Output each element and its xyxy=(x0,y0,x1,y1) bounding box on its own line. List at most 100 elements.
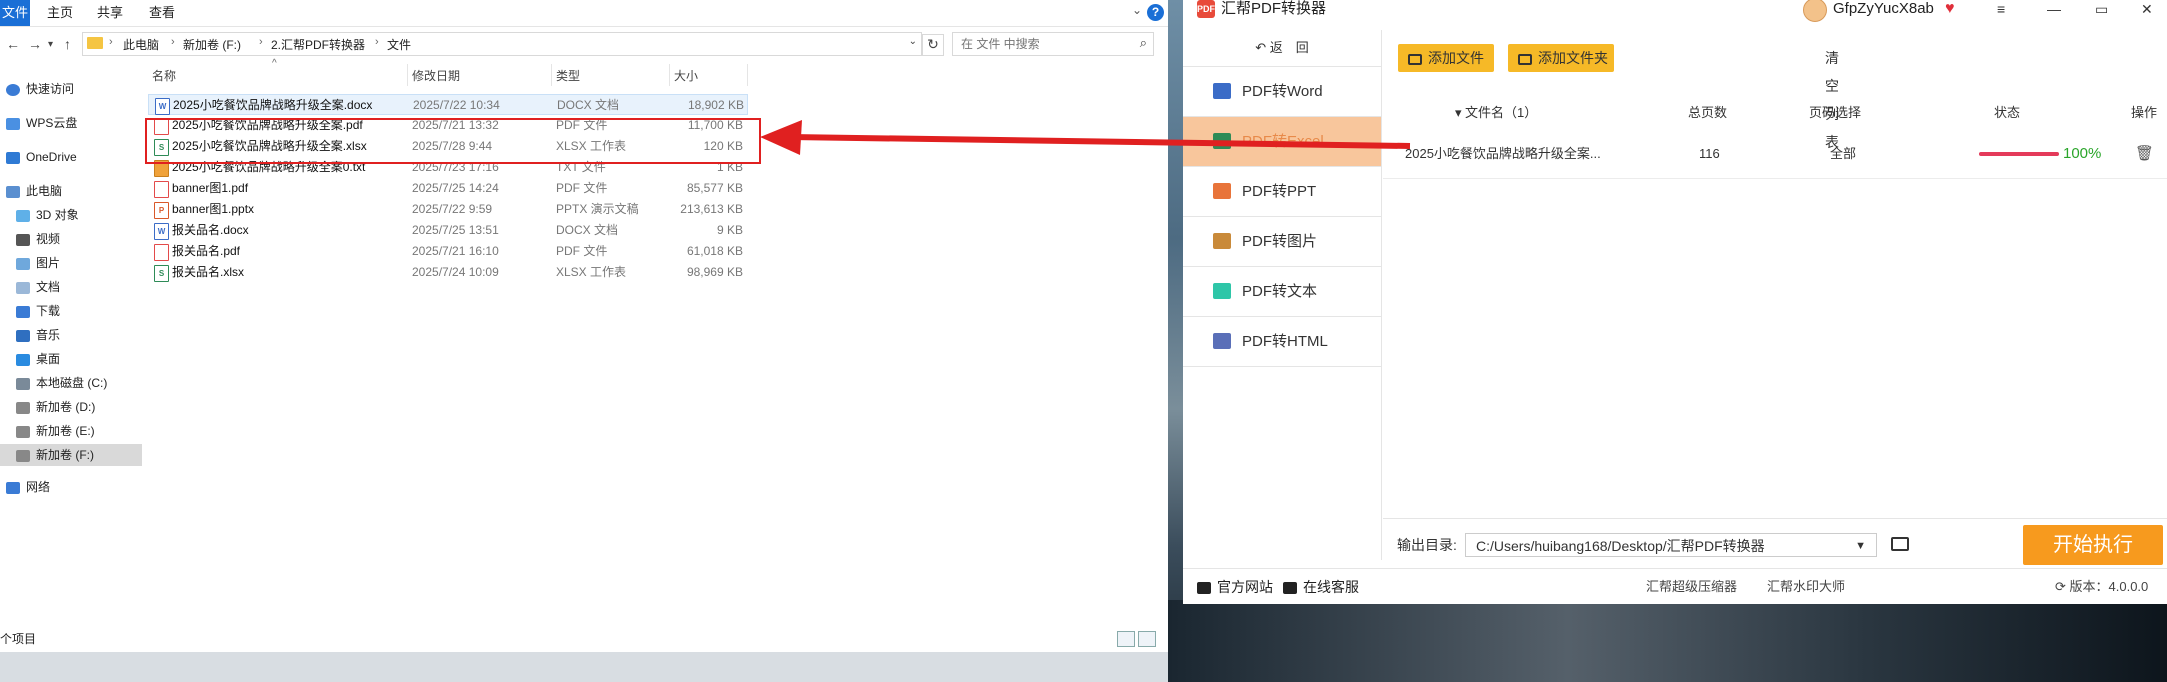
maximize-icon[interactable]: ▭ xyxy=(2095,0,2108,18)
progress-fill xyxy=(1979,152,2059,156)
tab-file[interactable]: 文件 xyxy=(0,0,30,26)
file-date: 2025/7/21 16:10 xyxy=(412,244,499,258)
column-name[interactable]: 名称 xyxy=(148,64,408,86)
forward-arrow-icon[interactable]: → xyxy=(28,36,42,52)
trash-icon[interactable]: 🗑 xyxy=(2135,130,2154,178)
format-icon xyxy=(1213,133,1231,149)
nav-this-pc[interactable]: 此电脑 xyxy=(0,180,132,202)
file-row[interactable]: W 报关品名.docx 2025/7/25 13:51 DOCX 文档 9 KB xyxy=(148,220,748,241)
add-file-button[interactable]: 添加文件 xyxy=(1398,44,1494,72)
search-field[interactable]: ⌕ xyxy=(952,32,1154,56)
large-icons-view-icon[interactable] xyxy=(1138,631,1156,647)
breadcrumb-this-pc[interactable]: 此电脑 xyxy=(123,36,159,53)
nav-disk-d[interactable]: 新加卷 (D:) xyxy=(0,396,142,418)
sidebar-item-pdf-excel[interactable]: PDF转Excel xyxy=(1183,117,1381,167)
up-arrow-icon[interactable]: ↑ xyxy=(64,36,71,52)
close-icon[interactable]: ✕ xyxy=(2141,0,2153,18)
minimize-icon[interactable]: — xyxy=(2047,0,2061,18)
sidebar-item-pdf-word[interactable]: PDF转Word xyxy=(1183,67,1381,117)
column-type[interactable]: 类型 xyxy=(552,64,670,86)
folder-open-icon[interactable] xyxy=(1891,537,1909,551)
sort-down-icon[interactable]: ▾ xyxy=(1455,98,1462,128)
details-view-icon[interactable] xyxy=(1117,631,1135,647)
start-button[interactable]: 开始执行 xyxy=(2023,525,2163,565)
recent-chevron-icon[interactable]: ▾ xyxy=(48,39,53,50)
back-arrow-icon[interactable]: ← xyxy=(6,36,20,52)
tab-view[interactable]: 查看 xyxy=(142,0,182,26)
user-name[interactable]: GfpZyYucX8ab xyxy=(1833,0,1934,18)
breadcrumb-current[interactable]: 文件 xyxy=(387,36,411,53)
ribbon-tabs: 文件 主页 共享 查看 ⌄ ? xyxy=(0,0,1168,27)
sidebar-item-pdf-[interactable]: PDF转文本 xyxy=(1183,267,1381,317)
desktop-icon xyxy=(16,353,30,366)
update-icon[interactable]: ⟳ xyxy=(2055,579,2070,594)
docx-file-icon: W xyxy=(155,98,170,115)
search-icon[interactable]: ⌕ xyxy=(1140,35,1147,51)
nav-disk-f[interactable]: 新加卷 (F:) xyxy=(0,444,142,466)
drive-icon xyxy=(16,449,30,462)
nav-onedrive[interactable]: OneDrive xyxy=(0,146,132,168)
task-page-select[interactable]: 全部 xyxy=(1830,130,1856,178)
nav-disk-c[interactable]: 本地磁盘 (C:) xyxy=(0,372,142,394)
sidebar-item-pdf-[interactable]: PDF转图片 xyxy=(1183,217,1381,267)
nav-network[interactable]: 网络 xyxy=(0,476,132,498)
column-size[interactable]: 大小 xyxy=(670,64,748,86)
file-row[interactable]: S 报关品名.xlsx 2025/7/24 10:09 XLSX 工作表 98,969 … xyxy=(148,262,748,283)
title-bar: PDF 汇帮PDF转换器 GfpZyYucX8ab ♥ ≡ — ▭ ✕ xyxy=(1183,0,2167,22)
file-row[interactable]: banner图1.pdf 2025/7/25 14:24 PDF 文件 85,577 … xyxy=(148,178,748,199)
breadcrumb-drive-f[interactable]: 新加卷 (F:) xyxy=(183,36,241,53)
watermark-link[interactable]: 汇帮水印大师 xyxy=(1767,569,1845,605)
task-row[interactable]: 2025小吃餐饮品牌战略升级全案... 116 全部 100% 🗑 xyxy=(1383,130,2167,179)
desktop-background xyxy=(0,652,1168,682)
pdf-file-icon xyxy=(154,181,169,198)
add-folder-button[interactable]: 添加文件夹 xyxy=(1508,44,1614,72)
return-icon: ↶ xyxy=(1255,40,1270,55)
compressor-link[interactable]: 汇帮超级压缩器 xyxy=(1646,569,1737,605)
avatar[interactable] xyxy=(1803,0,1827,22)
official-website-link[interactable]: 官方网站 xyxy=(1197,569,1273,605)
home-icon xyxy=(1197,582,1211,595)
online-support-link[interactable]: 在线客服 xyxy=(1283,569,1359,605)
nav-desktop[interactable]: 桌面 xyxy=(0,348,142,370)
sidebar: ↶ 返 回 PDF转Word PDF转Excel PDF转PPT PDF转图片 PDF转… xyxy=(1183,30,1382,560)
nav-3d-objects[interactable]: 3D 对象 xyxy=(0,204,142,226)
cloud-icon xyxy=(6,117,20,130)
status-bar: 个项目 xyxy=(0,626,1168,652)
sidebar-item-pdf-html[interactable]: PDF转HTML xyxy=(1183,317,1381,367)
computer-icon xyxy=(6,185,20,198)
sidebar-item-pdf-ppt[interactable]: PDF转PPT xyxy=(1183,167,1381,217)
search-input[interactable] xyxy=(953,33,1133,55)
file-row[interactable]: 报关品名.pdf 2025/7/21 16:10 PDF 文件 61,018 KB xyxy=(148,241,748,262)
column-date[interactable]: 修改日期 xyxy=(408,64,552,86)
menu-icon[interactable]: ≡ xyxy=(1997,0,2005,18)
tab-share[interactable]: 共享 xyxy=(90,0,130,26)
nav-pictures[interactable]: 图片 xyxy=(0,252,142,274)
picture-icon xyxy=(16,257,30,270)
breadcrumb-separator-icon: › xyxy=(259,36,263,48)
nav-downloads[interactable]: 下载 xyxy=(0,300,142,322)
help-icon[interactable]: ? xyxy=(1147,4,1164,21)
chevron-down-icon[interactable]: ⌄ xyxy=(909,36,917,47)
address-field[interactable]: › 此电脑 › 新加卷 (F:) › 2.汇帮PDF转换器 › 文件 ⌄ xyxy=(82,32,922,56)
heart-icon[interactable]: ♥ xyxy=(1945,0,1955,18)
file-row[interactable]: W 2025小吃餐饮品牌战略升级全案.docx 2025/7/22 10:34 DOC… xyxy=(148,94,748,115)
refresh-icon[interactable]: ↻ xyxy=(922,34,944,56)
header-filename[interactable]: 文件名（1） xyxy=(1465,98,1537,128)
nav-videos[interactable]: 视频 xyxy=(0,228,142,250)
chevron-down-icon[interactable]: ⌄ xyxy=(1132,3,1142,17)
header-action: 操作 xyxy=(2131,105,2158,120)
dropdown-arrow-icon[interactable]: ▼ xyxy=(1855,534,1866,558)
cloud-icon xyxy=(6,151,20,164)
nav-music[interactable]: 音乐 xyxy=(0,324,142,346)
back-button[interactable]: ↶ 返 回 xyxy=(1183,30,1381,67)
nav-documents[interactable]: 文档 xyxy=(0,276,142,298)
nav-quick-access[interactable]: 快速访问 xyxy=(0,78,132,100)
file-row[interactable]: Pbanner图1.pptx 2025/7/22 9:59 PPTX 演示文稿 213… xyxy=(148,199,748,220)
nav-wps-cloud[interactable]: WPS云盘 xyxy=(0,112,132,134)
drive-icon xyxy=(16,377,30,390)
breadcrumb-folder[interactable]: 2.汇帮PDF转换器 xyxy=(271,36,365,53)
output-path-select[interactable]: C:/Users/huibang168/Desktop/汇帮PDF转换器 ▼ xyxy=(1465,533,1877,557)
nav-disk-e[interactable]: 新加卷 (E:) xyxy=(0,420,142,442)
tab-home[interactable]: 主页 xyxy=(40,0,80,26)
task-table-header: ▾ 文件名（1） 总页数 页码选择 状态 操作 xyxy=(1383,98,2167,128)
